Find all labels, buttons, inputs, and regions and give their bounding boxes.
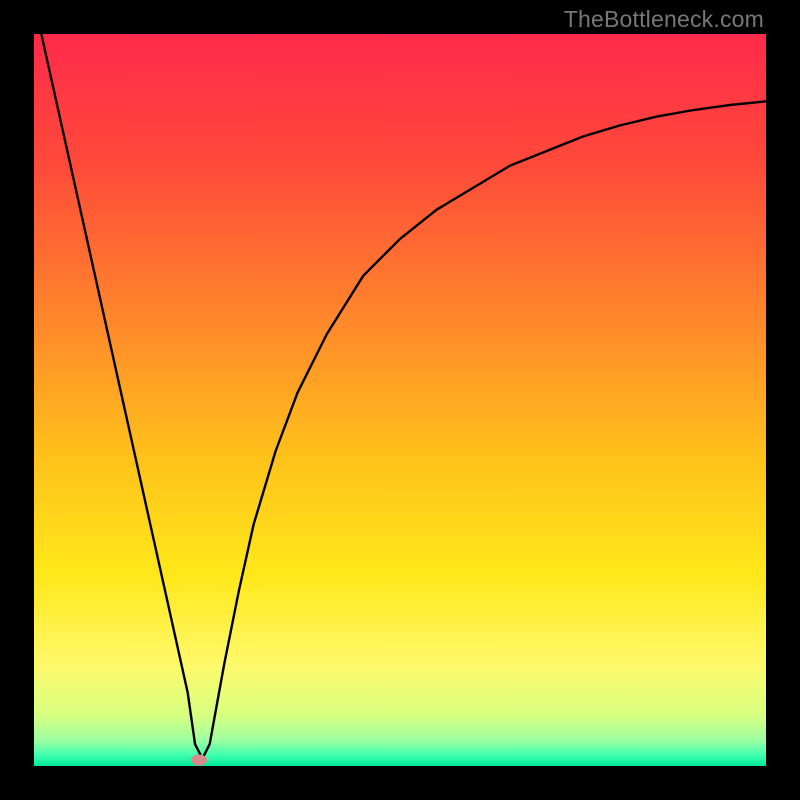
minimum-marker <box>191 755 207 766</box>
attribution-label: TheBottleneck.com <box>564 6 764 33</box>
chart-frame: TheBottleneck.com <box>0 0 800 800</box>
gradient-background <box>34 34 766 766</box>
plot-area <box>34 34 766 766</box>
